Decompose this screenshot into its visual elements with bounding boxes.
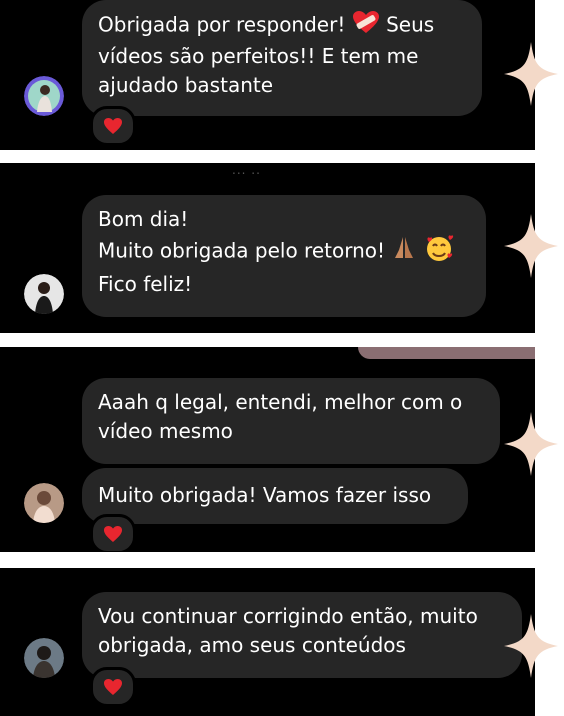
message-line: vídeo mesmo — [98, 419, 233, 443]
message-line: Obrigada por responder! Seus — [98, 10, 466, 42]
message-text: Seus — [386, 12, 435, 37]
reaction-badge[interactable] — [90, 514, 136, 552]
heart-bandage-emoji — [352, 10, 380, 42]
message-line: Aaah q legal, entendi, melhor com o — [98, 390, 463, 414]
folded-hands-emoji — [391, 236, 417, 268]
avatar[interactable] — [24, 483, 64, 523]
smiling-face-with-hearts-emoji — [424, 234, 454, 270]
message-panel-2: ... .. Bom dia! Muito obrigada pelo reto… — [0, 163, 535, 333]
avatar[interactable] — [24, 76, 64, 116]
message-line: ajudado bastante — [98, 73, 274, 97]
heart-icon — [104, 526, 122, 542]
message-bubble[interactable]: Bom dia! Muito obrigada pelo retorno! Fi… — [82, 195, 486, 317]
message-line: Bom dia! — [98, 207, 189, 231]
reaction-badge[interactable] — [90, 667, 136, 707]
message-text: Muito obrigada pelo retorno! — [98, 238, 386, 263]
message-line: Vou continuar corrigindo então, muito — [98, 604, 478, 628]
message-text: Obrigada por responder! — [98, 12, 346, 37]
reaction-badge[interactable] — [90, 106, 136, 146]
message-line: Fico feliz! — [98, 272, 193, 296]
sparkle-star-icon — [504, 614, 558, 678]
message-panel-3: Aaah q legal, entendi, melhor com o víde… — [0, 347, 535, 552]
heart-icon — [104, 118, 122, 134]
message-line: obrigada, amo seus conteúdos — [98, 633, 406, 657]
message-bubble[interactable]: Obrigada por responder! Seus vídeos são … — [82, 0, 482, 116]
sparkle-star-icon — [504, 214, 558, 278]
message-panel-1: Obrigada por responder! Seus vídeos são … — [0, 0, 535, 150]
avatar[interactable] — [24, 638, 64, 678]
message-bubble[interactable]: Muito obrigada! Vamos fazer isso — [82, 468, 468, 524]
message-line: Muito obrigada! Vamos fazer isso — [98, 483, 432, 507]
avatar[interactable] — [24, 274, 64, 314]
message-line: vídeos são perfeitos!! E tem me — [98, 44, 419, 68]
message-line: Muito obrigada pelo retorno! — [98, 234, 470, 270]
faded-timestamp: ... .. — [232, 163, 261, 177]
sparkle-star-icon — [504, 42, 558, 106]
message-bubble[interactable]: Vou continuar corrigindo então, muito ob… — [82, 592, 522, 678]
message-bubble[interactable]: Aaah q legal, entendi, melhor com o víde… — [82, 378, 500, 464]
message-panel-4: Vou continuar corrigindo então, muito ob… — [0, 568, 535, 716]
partial-image — [358, 347, 535, 359]
heart-icon — [104, 679, 122, 695]
sparkle-star-icon — [504, 412, 558, 476]
